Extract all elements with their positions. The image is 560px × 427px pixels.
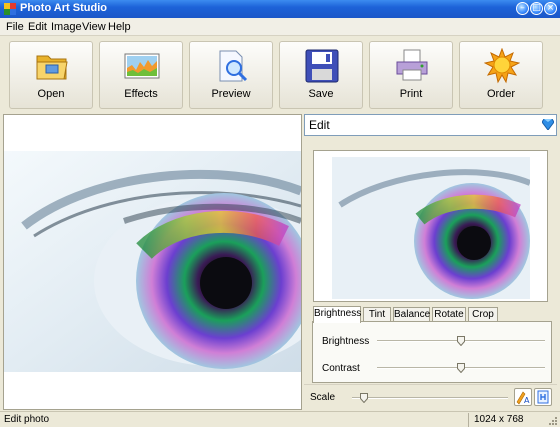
image-dimensions: 1024 x 768 — [474, 414, 524, 425]
photo-canvas[interactable] — [3, 114, 302, 410]
open-label: Open — [37, 88, 65, 100]
edit-tabs: Brightness Tint Balance Rotate Crop — [313, 306, 553, 323]
menu-edit[interactable]: Edit — [28, 21, 47, 33]
eye-preview-image — [332, 157, 530, 299]
save-label: Save — [308, 88, 334, 100]
edit-panel-header[interactable]: Edit — [304, 114, 557, 136]
print-label: Print — [399, 88, 423, 100]
menu-image[interactable]: Image — [51, 21, 82, 33]
tab-rotate[interactable]: Rotate — [432, 307, 466, 322]
menu-file[interactable]: File — [6, 21, 24, 33]
toolbar: Open Effects Preview Save Print Order — [0, 36, 560, 113]
auto-fit-icon: A — [516, 391, 530, 405]
tab-crop[interactable]: Crop — [468, 307, 498, 322]
preview-thumbnail — [313, 150, 548, 302]
maximize-button[interactable]: □ — [530, 2, 543, 15]
brightness-tab-panel: Brightness Contrast — [312, 321, 552, 383]
contrast-slider[interactable] — [377, 363, 545, 373]
scale-slider-track — [352, 397, 508, 399]
effects-button[interactable]: Effects — [99, 41, 183, 109]
window-title: Photo Art Studio — [20, 2, 107, 14]
tab-tint[interactable]: Tint — [363, 307, 391, 322]
contrast-slider-thumb[interactable] — [457, 363, 465, 373]
brightness-slider-thumb[interactable] — [457, 336, 465, 346]
floppy-disk-icon — [305, 49, 339, 83]
effects-chart-icon — [124, 53, 160, 79]
status-divider — [468, 413, 469, 427]
edit-panel-title: Edit — [309, 118, 330, 132]
brightness-slider[interactable] — [377, 336, 545, 346]
effects-label: Effects — [124, 88, 158, 100]
tab-balance[interactable]: Balance — [393, 307, 430, 322]
title-bar: Photo Art Studio – □ × — [0, 0, 560, 18]
scale-label: Scale — [310, 392, 336, 403]
app-icon — [4, 3, 16, 15]
sun-icon — [484, 48, 520, 84]
status-bar: Edit photo 1024 x 768 — [0, 411, 560, 427]
menu-help[interactable]: Help — [108, 21, 131, 33]
menu-view[interactable]: View — [82, 21, 106, 33]
eye-photo — [4, 151, 301, 372]
order-button[interactable]: Order — [459, 41, 543, 109]
close-button[interactable]: × — [544, 2, 557, 15]
save-button[interactable]: Save — [279, 41, 363, 109]
scale-bar: Scale A — [304, 384, 557, 410]
brightness-label: Brightness — [322, 336, 370, 347]
actual-size-button[interactable] — [534, 388, 552, 406]
preview-magnifier-icon — [219, 50, 248, 82]
preview-label: Preview — [211, 88, 251, 100]
scale-slider-thumb[interactable] — [360, 393, 369, 403]
printer-icon — [396, 49, 428, 81]
auto-fit-button[interactable]: A — [514, 388, 532, 406]
resize-grip-icon[interactable] — [547, 415, 558, 426]
minimize-button[interactable]: – — [516, 2, 529, 15]
print-button[interactable]: Print — [369, 41, 453, 109]
folder-icon — [36, 55, 68, 80]
order-label: Order — [486, 88, 516, 100]
svg-text:A: A — [524, 396, 530, 405]
contrast-label: Contrast — [322, 363, 360, 374]
edit-panel: Edit Brightness Tint Balance Rotate Crop… — [304, 114, 557, 410]
tab-brightness[interactable]: Brightness — [313, 306, 361, 323]
status-text: Edit photo — [4, 414, 50, 425]
scale-slider[interactable] — [352, 393, 508, 403]
actual-size-icon — [537, 390, 549, 404]
open-button[interactable]: Open — [9, 41, 93, 109]
menu-bar: File Edit Image View Help — [0, 18, 560, 36]
gem-icon — [542, 119, 554, 130]
preview-button[interactable]: Preview — [189, 41, 273, 109]
